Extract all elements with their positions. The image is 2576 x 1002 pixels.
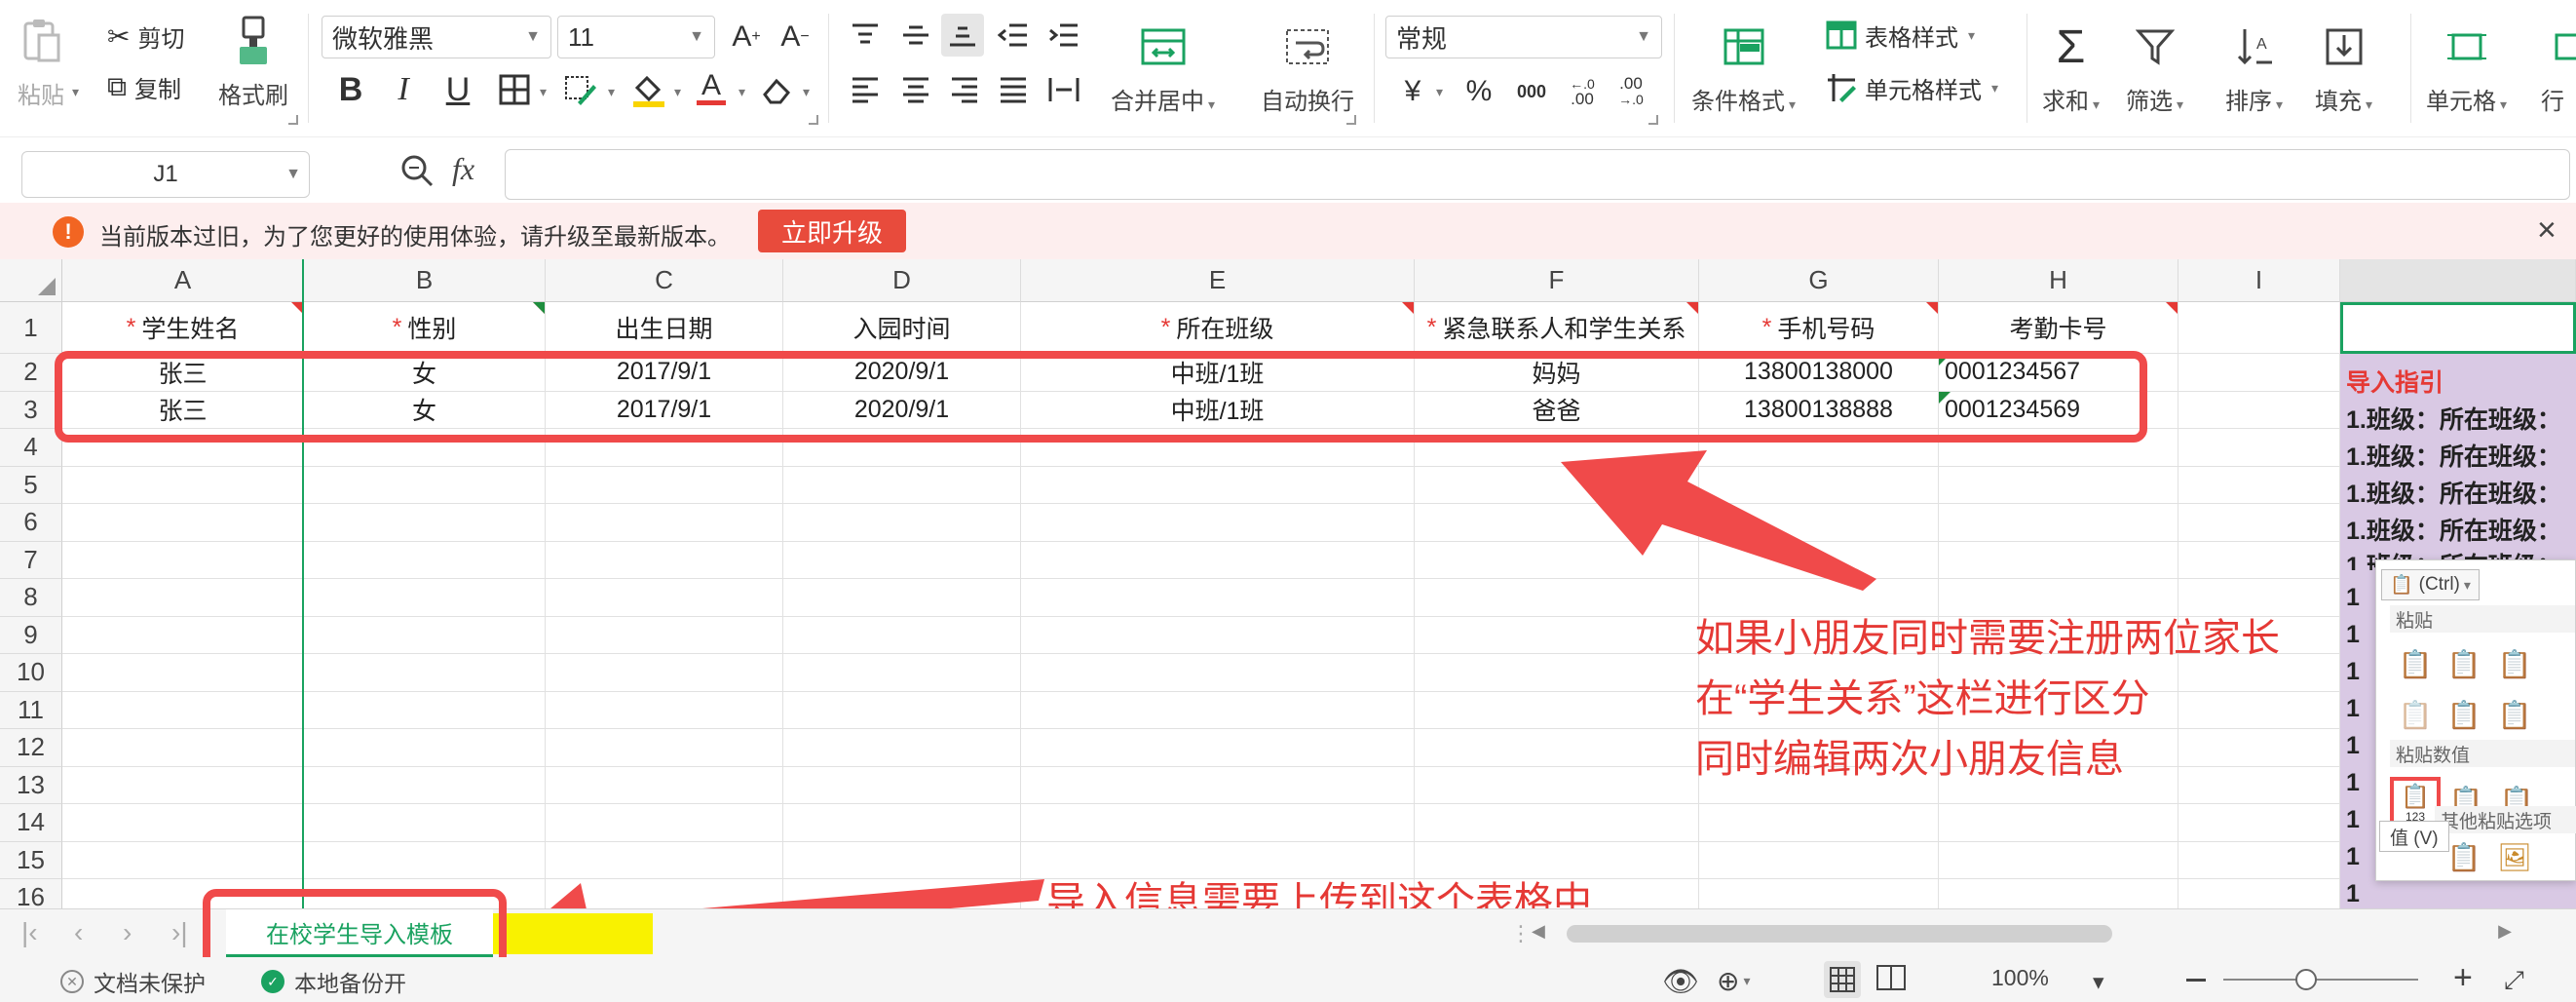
- shield-icon: ✕: [60, 970, 84, 993]
- annotation-note-line: 如果小朋友同时需要注册两位家长: [1695, 617, 2280, 660]
- fullscreen-icon[interactable]: ⤢: [2504, 965, 2524, 996]
- next-sheet-icon[interactable]: ›: [123, 917, 132, 948]
- scroll-right-icon[interactable]: ▶: [2498, 921, 2512, 942]
- zoom-level[interactable]: 100%: [1991, 965, 2049, 991]
- annotation-note-line: 同时编辑两次小朋友信息: [1695, 738, 2124, 781]
- zoom-in-icon[interactable]: +: [2453, 959, 2473, 997]
- annotation-note-line: 在“学生关系”这栏进行区分: [1695, 677, 2150, 720]
- doc-protection-status[interactable]: ✕ 文档未保护: [60, 965, 206, 998]
- normal-view-button[interactable]: [1824, 961, 1861, 998]
- book-icon: [1876, 965, 1906, 990]
- doc-protection-label: 文档未保护: [94, 971, 206, 996]
- first-sheet-icon[interactable]: |‹: [21, 917, 38, 948]
- zoom-slider-thumb[interactable]: [2295, 969, 2317, 990]
- last-sheet-icon[interactable]: ›|: [171, 917, 188, 948]
- page-view-button[interactable]: [1876, 965, 1906, 990]
- check-icon: ✓: [261, 970, 284, 993]
- status-bar: ✕ 文档未保护 ✓ 本地备份开 👁 ⊕ ▾ 100% ▾ + ⤢: [0, 957, 2576, 1002]
- scroll-left-icon[interactable]: ◀: [1532, 921, 1545, 942]
- zoom-slider-track[interactable]: [2223, 979, 2418, 981]
- grid-view-icon: [1830, 967, 1855, 992]
- annotation-arrows: [520, 450, 1876, 973]
- prev-sheet-icon[interactable]: ‹: [74, 917, 83, 948]
- view-mode-button[interactable]: ⊕ ▾: [1717, 965, 1751, 997]
- local-backup-status[interactable]: ✓ 本地备份开: [261, 965, 406, 998]
- eye-icon[interactable]: 👁: [1662, 965, 1699, 999]
- arrow-to-rows: [1561, 450, 1876, 591]
- zoom-dropdown-icon[interactable]: ▾: [2093, 969, 2104, 995]
- scroll-thumb[interactable]: [1567, 925, 2112, 943]
- horizontal-scrollbar[interactable]: ◀ ▶: [1528, 921, 2516, 946]
- chevron-down-icon: ▾: [1743, 973, 1751, 988]
- layout-icon: ⊕: [1717, 966, 1740, 996]
- local-backup-label: 本地备份开: [294, 971, 406, 996]
- sheet-tab-highlighted[interactable]: [493, 913, 653, 954]
- zoom-out-icon[interactable]: [2186, 979, 2206, 982]
